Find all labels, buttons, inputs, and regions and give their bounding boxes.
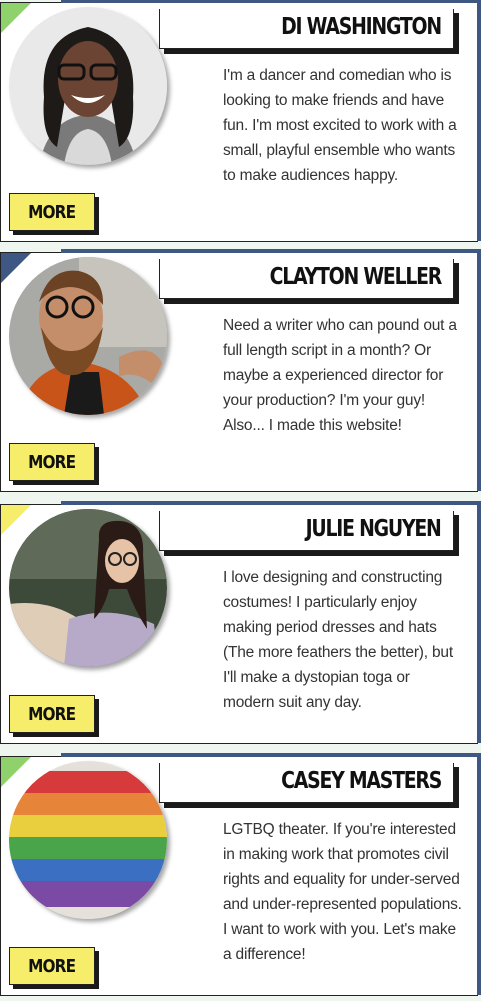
profile-bio: I love designing and constructing costum… xyxy=(223,569,453,711)
more-button-label: MORE xyxy=(28,451,76,473)
card-border-accent xyxy=(477,0,481,241)
profile-name: CLAYTON WELLER xyxy=(269,264,443,290)
more-button-label: MORE xyxy=(28,955,76,977)
profile-name: JULIE NGUYEN xyxy=(306,516,442,542)
card-border-accent xyxy=(61,501,481,505)
profile-card: JULIE NGUYEN I love designing and constr… xyxy=(0,501,481,744)
card-border-accent xyxy=(477,501,481,743)
card-border-accent xyxy=(477,753,481,995)
profile-name: DI WASHINGTON xyxy=(281,14,442,40)
corner-accent xyxy=(1,3,31,33)
card-border-accent xyxy=(61,753,481,757)
avatar xyxy=(9,509,167,667)
card-border-accent xyxy=(61,249,481,253)
avatar xyxy=(9,257,167,415)
card-border-accent xyxy=(477,249,481,491)
name-box: CASEY MASTERS xyxy=(159,763,459,808)
profile-card: CASEY MASTERS LGTBQ theater. If you're i… xyxy=(0,753,481,996)
name-box: CLAYTON WELLER xyxy=(159,259,459,304)
profile-bio: I'm a dancer and comedian who is looking… xyxy=(223,67,457,184)
profile-bio: Need a writer who can pound out a full l… xyxy=(223,317,457,434)
more-button[interactable]: MORE xyxy=(9,695,95,733)
more-button[interactable]: MORE xyxy=(9,443,95,481)
name-box: JULIE NGUYEN xyxy=(159,511,459,556)
card-border-accent xyxy=(61,0,481,3)
profile-bio: LGTBQ theater. If you're interested in m… xyxy=(223,821,462,963)
profile-card: DI WASHINGTON I'm a dancer and comedian … xyxy=(0,0,481,242)
avatar xyxy=(9,761,167,919)
name-box: DI WASHINGTON xyxy=(159,9,459,54)
profile-name: CASEY MASTERS xyxy=(281,768,442,794)
corner-accent xyxy=(1,253,31,283)
profile-card: CLAYTON WELLER Need a writer who can pou… xyxy=(0,249,481,492)
more-button[interactable]: MORE xyxy=(9,947,95,985)
corner-accent xyxy=(1,757,31,787)
avatar xyxy=(9,7,167,165)
more-button-label: MORE xyxy=(28,201,76,223)
corner-accent xyxy=(1,505,31,535)
more-button[interactable]: MORE xyxy=(9,193,95,231)
more-button-label: MORE xyxy=(28,703,76,725)
